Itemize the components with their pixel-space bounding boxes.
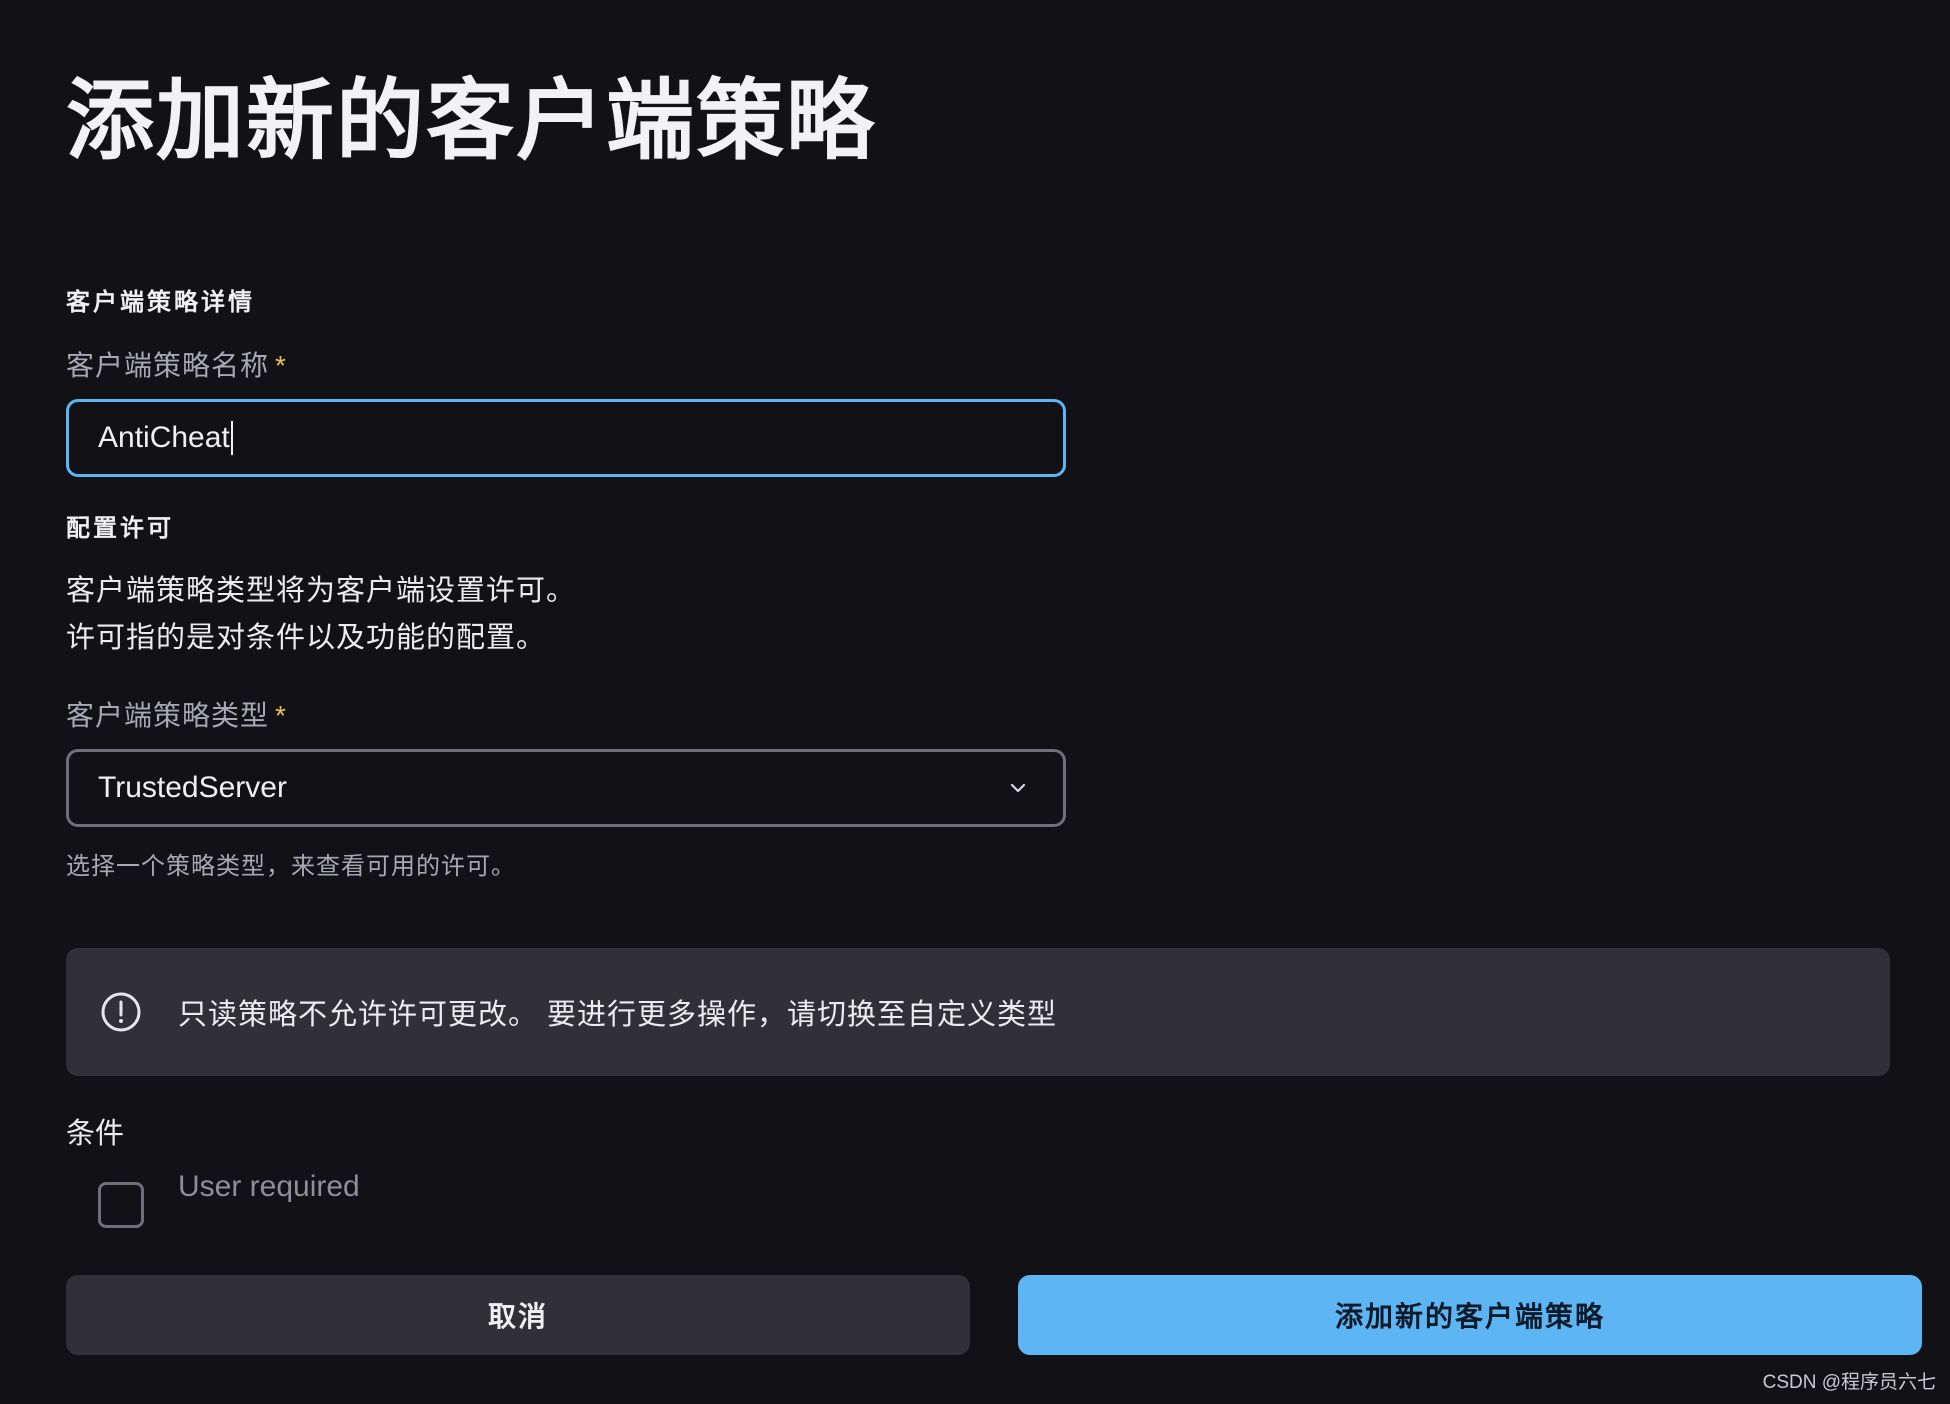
details-section-heading: 客户端策略详情 [66,289,255,316]
permissions-description-line: 客户端策略类型将为客户端设置许可。 [66,575,577,607]
watermark: CSDN @程序员六七 [1762,1372,1936,1393]
user-required-checkbox[interactable] [98,1182,144,1228]
text-caret [230,421,233,455]
add-client-policy-button[interactable]: 添加新的客户端策略 [1018,1275,1922,1355]
info-circle-icon [101,992,141,1032]
policy-name-input[interactable]: AntiCheat [66,399,1066,477]
required-mark: * [275,700,287,731]
condition-item: User required [66,1168,1066,1228]
read-only-alert: 只读策略不允许许可更改。 要进行更多操作，请切换至自定义类型 [66,948,1890,1076]
permissions-description: 客户端策略类型将为客户端设置许可。 许可指的是对条件以及功能的配置。 [66,568,576,662]
permissions-section-heading: 配置许可 [66,515,174,542]
alert-text: 只读策略不允许许可更改。 要进行更多操作，请切换至自定义类型 [178,999,1058,1031]
required-mark: * [275,350,287,381]
policy-name-value: AntiCheat [98,421,230,454]
chevron-down-icon [1010,783,1026,793]
policy-type-select[interactable]: TrustedServer [66,749,1066,827]
policy-type-selected-value: TrustedServer [98,771,287,804]
policy-type-label: 客户端策略类型 * [66,694,287,734]
conditions-heading: 条件 [66,1118,125,1150]
page-title: 添加新的客户端策略 [66,71,877,170]
policy-name-label-text: 客户端策略名称 [66,350,270,381]
cancel-button[interactable]: 取消 [66,1275,970,1355]
condition-label: User required [178,1170,360,1203]
permissions-description-line: 许可指的是对条件以及功能的配置。 [66,622,547,654]
policy-name-label: 客户端策略名称 * [66,344,287,384]
policy-type-helper: 选择一个策略类型，来查看可用的许可。 [66,853,516,880]
policy-type-label-text: 客户端策略类型 [66,700,270,731]
